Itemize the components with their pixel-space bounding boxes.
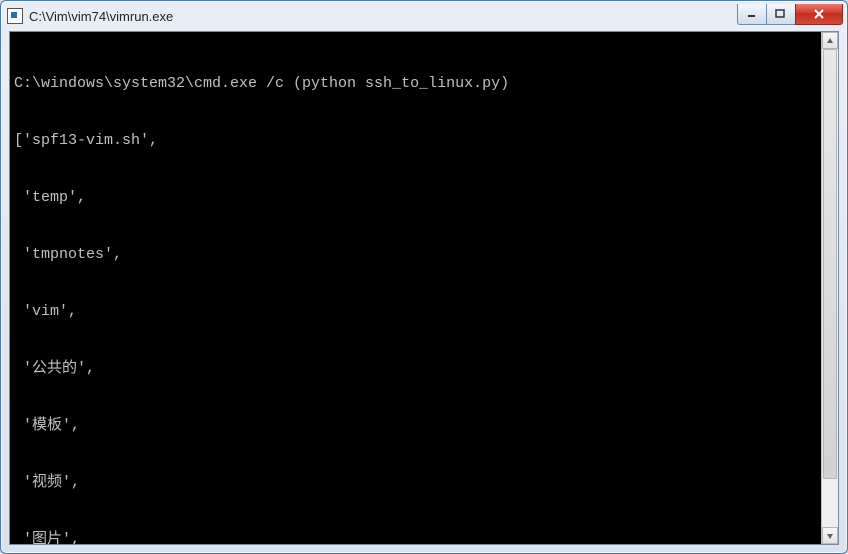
minimize-button[interactable]	[737, 4, 767, 25]
maximize-icon	[775, 9, 787, 19]
window-buttons	[738, 4, 843, 25]
scroll-track[interactable]	[822, 49, 838, 527]
terminal-line: ['spf13-vim.sh',	[14, 131, 817, 150]
terminal-line: '图片',	[14, 530, 817, 544]
terminal-wrap: C:\windows\system32\cmd.exe /c (python s…	[10, 32, 838, 544]
terminal-line: 'vim',	[14, 302, 817, 321]
client-area: C:\windows\system32\cmd.exe /c (python s…	[9, 31, 839, 545]
chevron-down-icon	[826, 532, 834, 540]
close-icon	[813, 9, 825, 19]
window-title: C:\Vim\vim74\vimrun.exe	[29, 9, 173, 24]
minimize-icon	[747, 9, 757, 19]
scroll-up-button[interactable]	[822, 32, 838, 49]
scroll-down-button[interactable]	[822, 527, 838, 544]
maximize-button[interactable]	[766, 4, 796, 25]
terminal-line: C:\windows\system32\cmd.exe /c (python s…	[14, 74, 817, 93]
scroll-thumb[interactable]	[823, 49, 837, 479]
chevron-up-icon	[826, 37, 834, 45]
terminal-line: '视频',	[14, 473, 817, 492]
app-icon	[7, 8, 23, 24]
terminal-line: 'temp',	[14, 188, 817, 207]
terminal-line: 'tmpnotes',	[14, 245, 817, 264]
window-frame: C:\Vim\vim74\vimrun.exe C:\windows\syste…	[0, 0, 848, 554]
close-button[interactable]	[795, 4, 843, 25]
terminal-line: '模板',	[14, 416, 817, 435]
vertical-scrollbar[interactable]	[821, 32, 838, 544]
terminal-line: '公共的',	[14, 359, 817, 378]
titlebar[interactable]: C:\Vim\vim74\vimrun.exe	[1, 1, 847, 31]
terminal[interactable]: C:\windows\system32\cmd.exe /c (python s…	[10, 32, 821, 544]
